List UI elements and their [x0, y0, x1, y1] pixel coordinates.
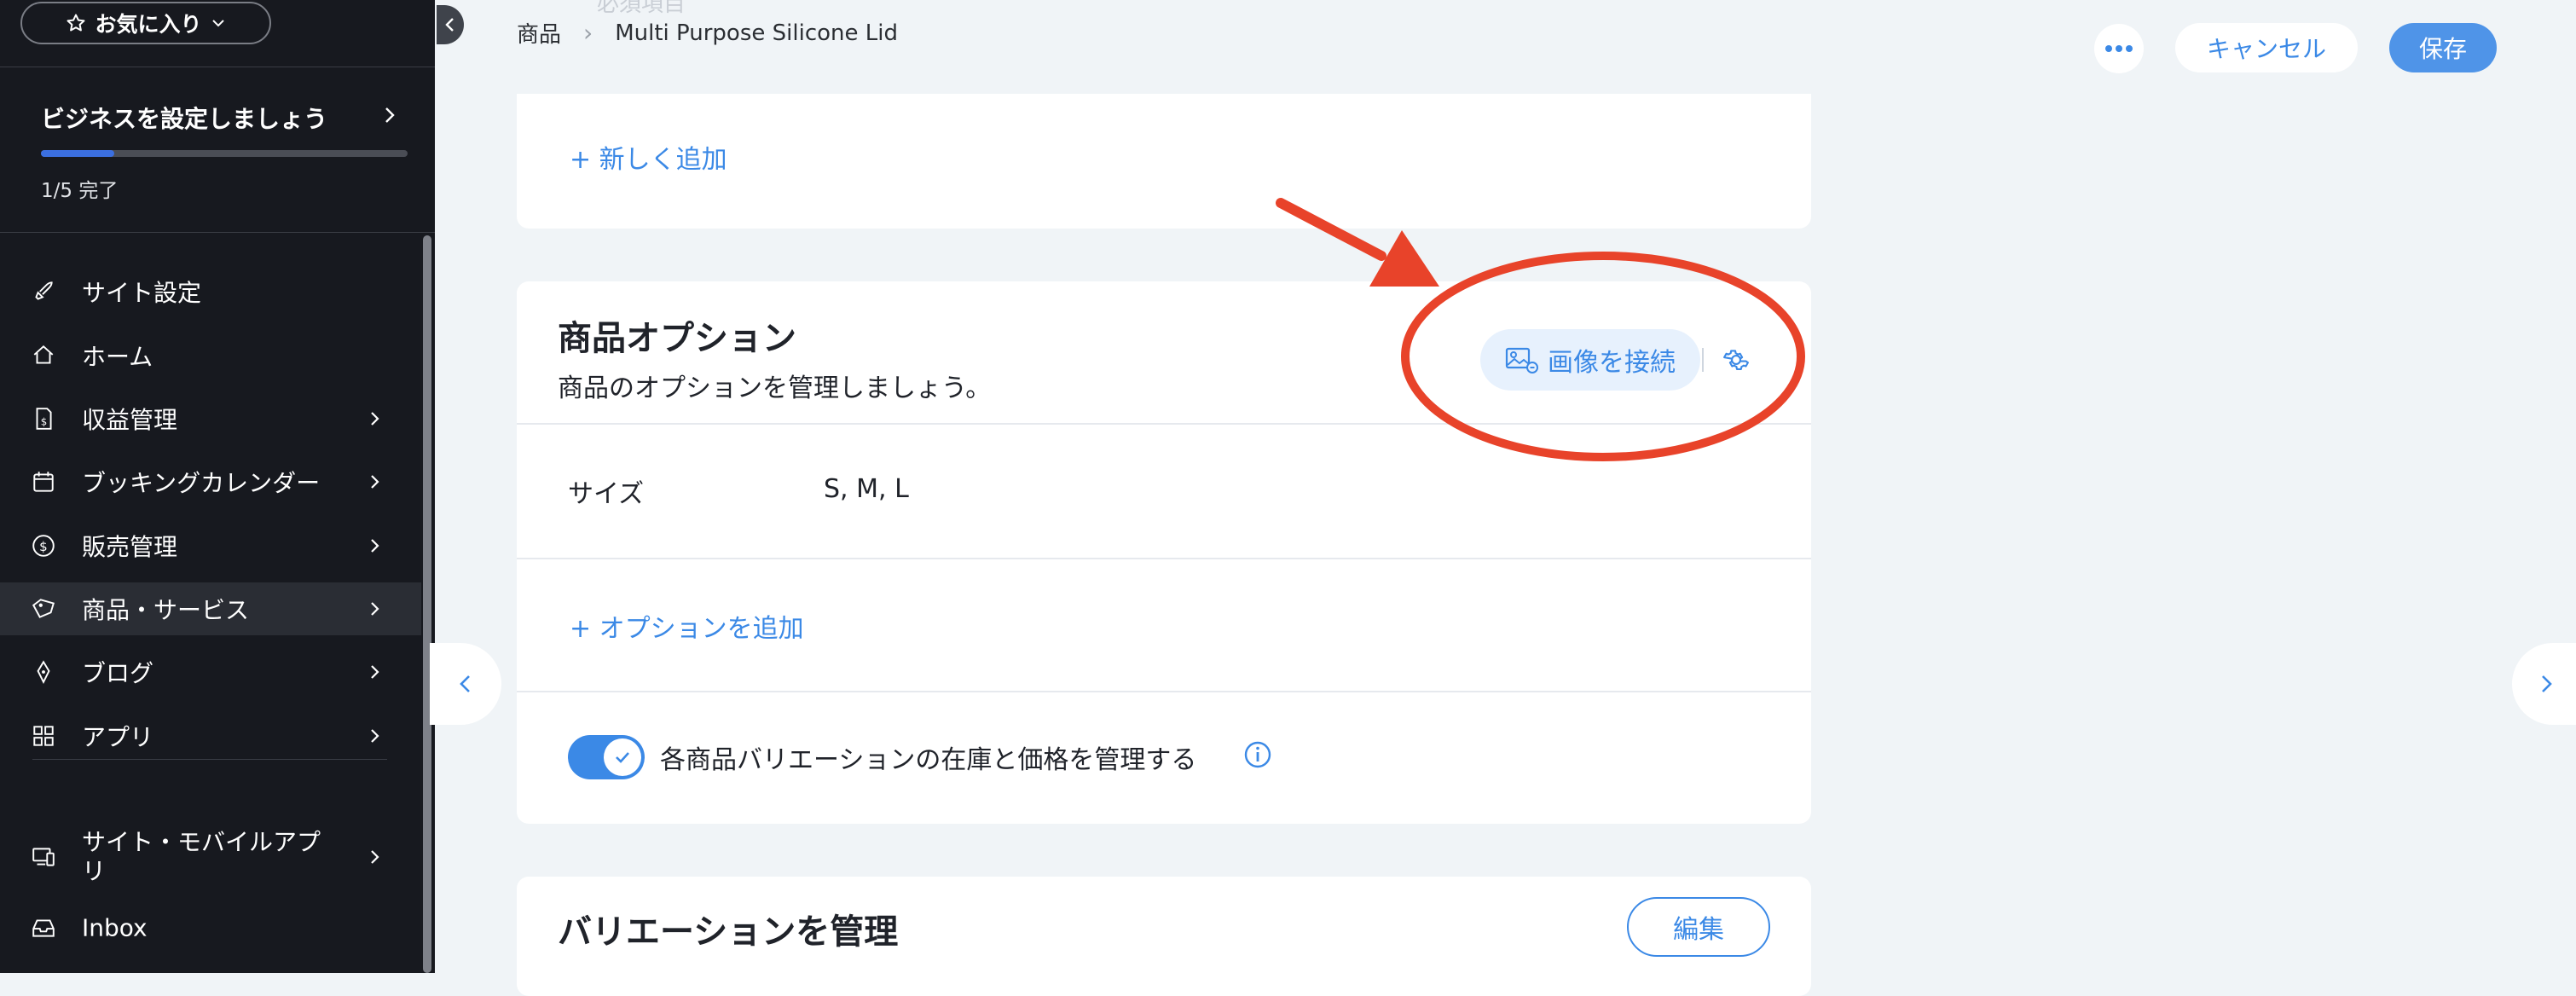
sidebar-item[interactable]: サイト設定 [0, 265, 421, 318]
chevron-right-icon [371, 602, 379, 616]
sidebar-item-label: 商品・サービス [82, 596, 250, 624]
favorites-button[interactable]: お気に入り [20, 2, 271, 44]
previous-arrow-button[interactable] [430, 643, 501, 725]
add-option-link[interactable]: + オプションを追加 [570, 607, 804, 645]
connect-images-label: 画像を接続 [1548, 348, 1676, 378]
divider [517, 423, 1811, 425]
document-money-icon: $ [36, 408, 52, 430]
breadcrumb-current: Multi Purpose Silicone Lid [615, 20, 898, 46]
edit-variations-button[interactable]: 編集 [1627, 897, 1770, 957]
collapse-sidebar-button[interactable] [437, 5, 464, 44]
option-values: S, M, L [824, 474, 909, 504]
sidebar-item[interactable]: アプリ [0, 709, 421, 762]
sidebar-item[interactable]: ホーム [0, 329, 421, 382]
cancel-button[interactable]: キャンセル [2175, 23, 2358, 72]
sidebar: お気に入り ビジネスを設定しましょう 1/5 完了 サイト設定ホーム $ 収益管理ブ… [0, 0, 435, 973]
manage-variations-card: バリエーションを管理 編集 [517, 877, 1811, 996]
setup-progress-fill [41, 150, 114, 157]
chevron-right-icon [371, 665, 379, 679]
sidebar-item-label: アプリ [82, 723, 154, 751]
connect-images-button[interactable]: 画像を接続 [1480, 329, 1700, 391]
setup-title[interactable]: ビジネスを設定しましょう [41, 101, 327, 135]
sidebar-item-label: ブログ [82, 659, 154, 687]
dollar-circle-icon: $ [32, 535, 55, 557]
manage-variants-label: 各商品バリエーションの在庫と価格を管理する [660, 745, 1197, 775]
svg-text:$: $ [41, 416, 48, 428]
section-title: バリエーションを管理 [558, 912, 899, 952]
chevron-right-icon [2542, 675, 2552, 692]
chevron-left-icon [445, 18, 454, 32]
scrolled-section-title: 必須項目 [597, 0, 686, 17]
divider [0, 232, 435, 233]
gear-icon [1723, 350, 1749, 370]
add-new-link[interactable]: + 新しく追加 [570, 138, 727, 176]
sidebar-scrollbar[interactable] [423, 235, 431, 973]
chevron-right-icon [371, 729, 379, 743]
product-options-card: 商品オプション 商品のオプションを管理しましょう。 画像を接続 サイズ S, M… [517, 281, 1811, 824]
sidebar-item-label: 販売管理 [82, 533, 178, 561]
calendar-icon [33, 472, 54, 492]
setup-progress-bar [41, 150, 408, 157]
previous-section-card: + 新しく追加 [517, 94, 1811, 229]
annotation-arrow-head [1369, 230, 1439, 287]
chevron-right-icon [385, 107, 395, 123]
chevron-right-icon [371, 475, 379, 489]
star-icon [67, 14, 85, 32]
breadcrumb-products-link[interactable]: 商品 [517, 17, 561, 49]
breadcrumb: 商品 › Multi Purpose Silicone Lid [517, 17, 898, 49]
toggle-knob [604, 738, 641, 776]
sidebar-item[interactable]: Inbox [0, 901, 421, 954]
save-button[interactable]: 保存 [2389, 23, 2497, 72]
more-dots-icon [2105, 45, 2133, 52]
sidebar-item[interactable]: $ 収益管理 [0, 392, 421, 445]
divider [517, 691, 1811, 692]
divider [32, 759, 387, 760]
sidebar-item[interactable]: ブッキングカレンダー [0, 455, 421, 508]
breadcrumb-separator-icon: › [583, 19, 593, 47]
favorites-label: お気に入り [95, 12, 202, 37]
chevron-right-icon [371, 412, 379, 426]
inbox-icon [32, 919, 55, 937]
more-actions-button[interactable] [2094, 24, 2144, 73]
check-icon [616, 752, 629, 763]
info-icon[interactable] [1243, 740, 1272, 769]
sidebar-item[interactable]: 商品・サービス [0, 582, 421, 635]
devices-icon [32, 848, 55, 866]
option-settings-button[interactable] [1719, 343, 1753, 377]
rocket-icon [35, 281, 53, 300]
sidebar-item[interactable]: $ 販売管理 [0, 519, 421, 572]
sidebar-item-label: サイト・モバイルアプリ [82, 828, 321, 885]
sidebar-item-label: Inbox [82, 913, 148, 942]
sidebar-item-label: 収益管理 [82, 406, 178, 434]
chevron-down-icon [211, 20, 224, 27]
svg-text:$: $ [39, 539, 48, 554]
sidebar-item[interactable]: 顧客・リード管理 [0, 964, 421, 973]
home-icon [33, 345, 54, 364]
sidebar-item[interactable]: サイト・モバイルアプリ [0, 821, 421, 893]
sidebar-item-label: サイト設定 [82, 279, 202, 307]
section-subtitle: 商品のオプションを管理しましょう。 [558, 374, 992, 403]
manage-variants-toggle[interactable] [568, 735, 645, 779]
chevron-right-icon [371, 850, 379, 864]
apps-icon [33, 726, 54, 746]
section-title: 商品オプション [558, 319, 796, 358]
divider [1702, 348, 1704, 372]
setup-progress-text: 1/5 完了 [41, 180, 119, 202]
sidebar-item-label: ブッキングカレンダー [82, 469, 321, 497]
tag-icon [32, 599, 55, 618]
option-name: サイズ [568, 479, 645, 509]
image-link-icon [1505, 347, 1538, 374]
sidebar-item-label: ホーム [82, 343, 153, 371]
pen-nib-icon [37, 660, 50, 684]
chevron-left-icon [460, 675, 470, 692]
next-arrow-button[interactable] [2512, 643, 2576, 725]
sidebar-item[interactable]: ブログ [0, 646, 421, 698]
divider [517, 558, 1811, 559]
chevron-right-icon [371, 539, 379, 553]
